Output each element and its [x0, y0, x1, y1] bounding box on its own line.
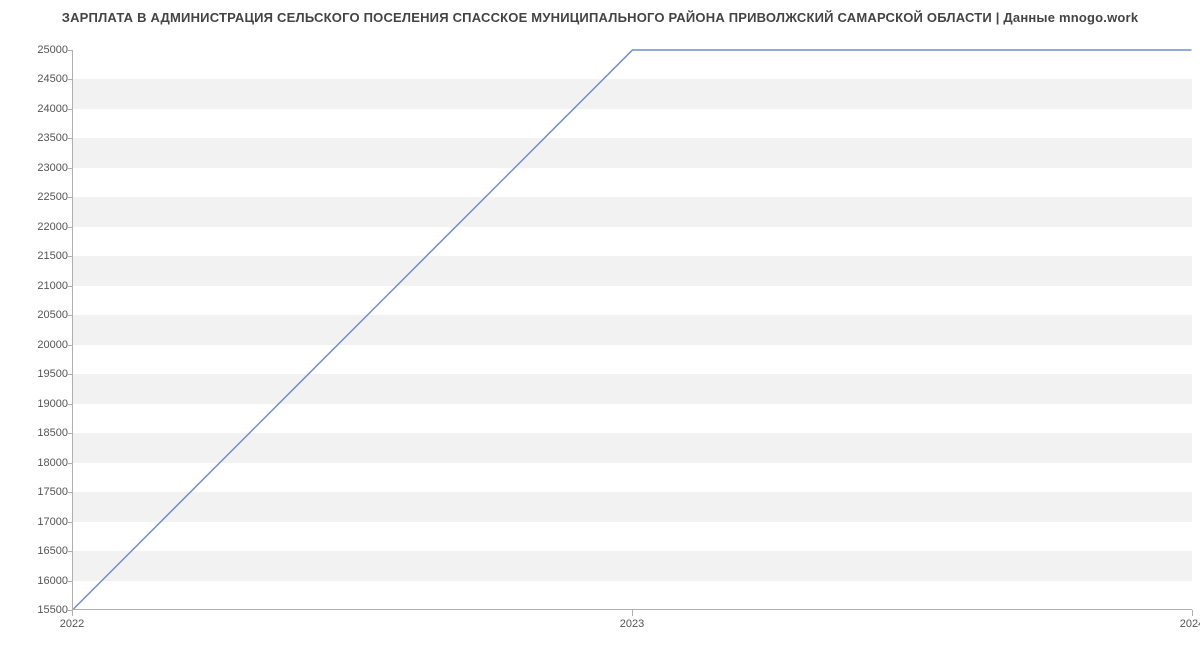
y-axis-tick-label: 23000 [8, 162, 68, 174]
y-axis-tick-label: 24000 [8, 103, 68, 115]
y-axis-tick-mark [68, 138, 72, 139]
y-axis-tick-mark [68, 286, 72, 287]
y-axis-tick-mark [68, 109, 72, 110]
y-axis-tick-label: 25000 [8, 44, 68, 56]
y-axis-tick-mark [68, 551, 72, 552]
y-axis-tick-label: 22000 [8, 221, 68, 233]
y-axis-tick-mark [68, 463, 72, 464]
chart-title: ЗАРПЛАТА В АДМИНИСТРАЦИЯ СЕЛЬСКОГО ПОСЕЛ… [0, 10, 1200, 25]
y-axis-tick-mark [68, 168, 72, 169]
y-axis-tick-label: 15500 [8, 604, 68, 616]
y-axis-tick-mark [68, 522, 72, 523]
y-axis-tick-label: 21000 [8, 280, 68, 292]
y-axis-tick-mark [68, 374, 72, 375]
y-axis-tick-mark [68, 197, 72, 198]
y-axis-tick-mark [68, 581, 72, 582]
y-axis-tick-mark [68, 345, 72, 346]
y-axis-tick-mark [68, 227, 72, 228]
y-axis-tick-label: 23500 [8, 132, 68, 144]
y-axis-tick-mark [68, 79, 72, 80]
chart-container: ЗАРПЛАТА В АДМИНИСТРАЦИЯ СЕЛЬСКОГО ПОСЕЛ… [0, 0, 1200, 650]
y-axis-tick-label: 17500 [8, 486, 68, 498]
x-axis-tick-label: 2023 [620, 618, 644, 630]
y-axis-tick-mark [68, 315, 72, 316]
y-axis-tick-label: 19000 [8, 398, 68, 410]
y-axis-tick-label: 19500 [8, 368, 68, 380]
y-axis-tick-label: 17000 [8, 516, 68, 528]
y-axis-tick-label: 20000 [8, 339, 68, 351]
y-axis-tick-mark [68, 256, 72, 257]
y-axis-tick-mark [68, 433, 72, 434]
plot-area [72, 50, 1192, 610]
x-axis-tick-label: 2022 [60, 618, 84, 630]
y-axis-tick-label: 20500 [8, 309, 68, 321]
y-axis-tick-label: 22500 [8, 191, 68, 203]
y-axis-tick-mark [68, 404, 72, 405]
y-axis-tick-label: 16500 [8, 545, 68, 557]
y-axis-tick-label: 16000 [8, 575, 68, 587]
y-axis-tick-label: 18000 [8, 457, 68, 469]
x-axis-tick-label: 2024 [1180, 618, 1200, 630]
y-axis-tick-label: 24500 [8, 73, 68, 85]
y-axis-tick-label: 21500 [8, 250, 68, 262]
x-axis-tick-mark [72, 610, 73, 616]
y-axis-tick-mark [68, 492, 72, 493]
y-axis-tick-label: 18500 [8, 427, 68, 439]
y-axis-tick-mark [68, 50, 72, 51]
x-axis-tick-mark [1192, 610, 1193, 616]
x-axis-tick-mark [632, 610, 633, 616]
line-layer [73, 50, 1192, 609]
series-line [74, 50, 1192, 609]
